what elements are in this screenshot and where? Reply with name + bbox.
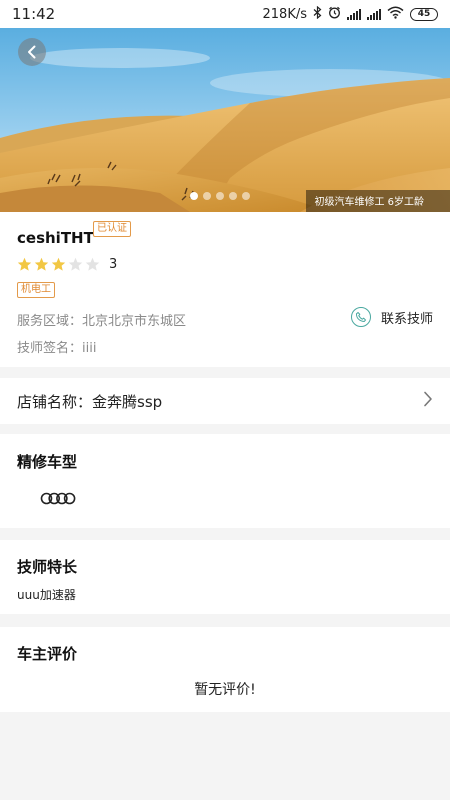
technician-signature: 技师签名：iiii bbox=[17, 341, 97, 356]
hero-caption: 初级汽车维修工 6岁工龄 bbox=[306, 190, 450, 212]
status-time: 11:42 bbox=[12, 5, 56, 23]
phone-icon bbox=[350, 307, 371, 327]
hero-carousel[interactable]: 初级汽车维修工 6岁工龄 bbox=[0, 28, 450, 212]
star-empty-icon bbox=[68, 257, 83, 276]
repair-models-card: 精修车型 bbox=[0, 434, 450, 528]
service-area: 服务区域：北京北京市东城区 bbox=[17, 314, 187, 329]
signal-icon bbox=[367, 8, 381, 20]
reviews-card: 车主评价 暂无评价! bbox=[0, 627, 450, 712]
network-speed: 218K/s bbox=[262, 6, 308, 22]
rating-stars bbox=[17, 257, 100, 276]
back-button[interactable] bbox=[18, 38, 46, 66]
status-bar: 11:42 218K/s 45 bbox=[0, 0, 450, 28]
repair-models-title: 精修车型 bbox=[17, 453, 78, 471]
carousel-dot[interactable] bbox=[190, 192, 198, 200]
chevron-right-icon bbox=[423, 391, 433, 411]
desert-photo bbox=[0, 28, 450, 212]
rating-number: 3 bbox=[109, 257, 118, 272]
star-filled-icon bbox=[34, 257, 49, 276]
contact-technician-button[interactable]: 联系技师 bbox=[350, 307, 433, 327]
bluetooth-icon bbox=[313, 5, 322, 23]
specialty-title: 技师特长 bbox=[17, 558, 78, 576]
audi-logo bbox=[40, 490, 76, 509]
carousel-dot[interactable] bbox=[229, 192, 237, 200]
no-reviews-text: 暂无评价! bbox=[194, 682, 256, 698]
shop-name: 店铺名称：金奔腾ssp bbox=[17, 392, 163, 411]
star-filled-icon bbox=[17, 257, 32, 276]
technician-profile-card: ceshiTHT 已认证 3 机电工 服务区域：北京北京市东城区 技师签名：ii… bbox=[0, 212, 450, 367]
specialty-text: uuu加速器 bbox=[17, 588, 76, 602]
specialty-card: 技师特长 uuu加速器 bbox=[0, 540, 450, 614]
wifi-icon bbox=[387, 6, 404, 23]
signal-icon bbox=[347, 8, 361, 20]
carousel-dot[interactable] bbox=[203, 192, 211, 200]
star-empty-icon bbox=[85, 257, 100, 276]
shop-row[interactable]: 店铺名称：金奔腾ssp bbox=[0, 378, 450, 424]
carousel-dot[interactable] bbox=[242, 192, 250, 200]
contact-technician-label: 联系技师 bbox=[380, 311, 433, 327]
carousel-indicator bbox=[190, 192, 250, 200]
skill-tag: 机电工 bbox=[17, 282, 55, 298]
reviews-title: 车主评价 bbox=[17, 645, 78, 663]
chevron-left-icon bbox=[28, 45, 36, 59]
battery-icon: 45 bbox=[410, 7, 438, 21]
status-icons: 218K/s 45 bbox=[262, 5, 438, 23]
carousel-dot[interactable] bbox=[216, 192, 224, 200]
star-filled-icon bbox=[51, 257, 66, 276]
alarm-icon bbox=[328, 6, 341, 23]
verified-badge: 已认证 bbox=[93, 221, 131, 237]
technician-name: ceshiTHT bbox=[17, 229, 94, 247]
